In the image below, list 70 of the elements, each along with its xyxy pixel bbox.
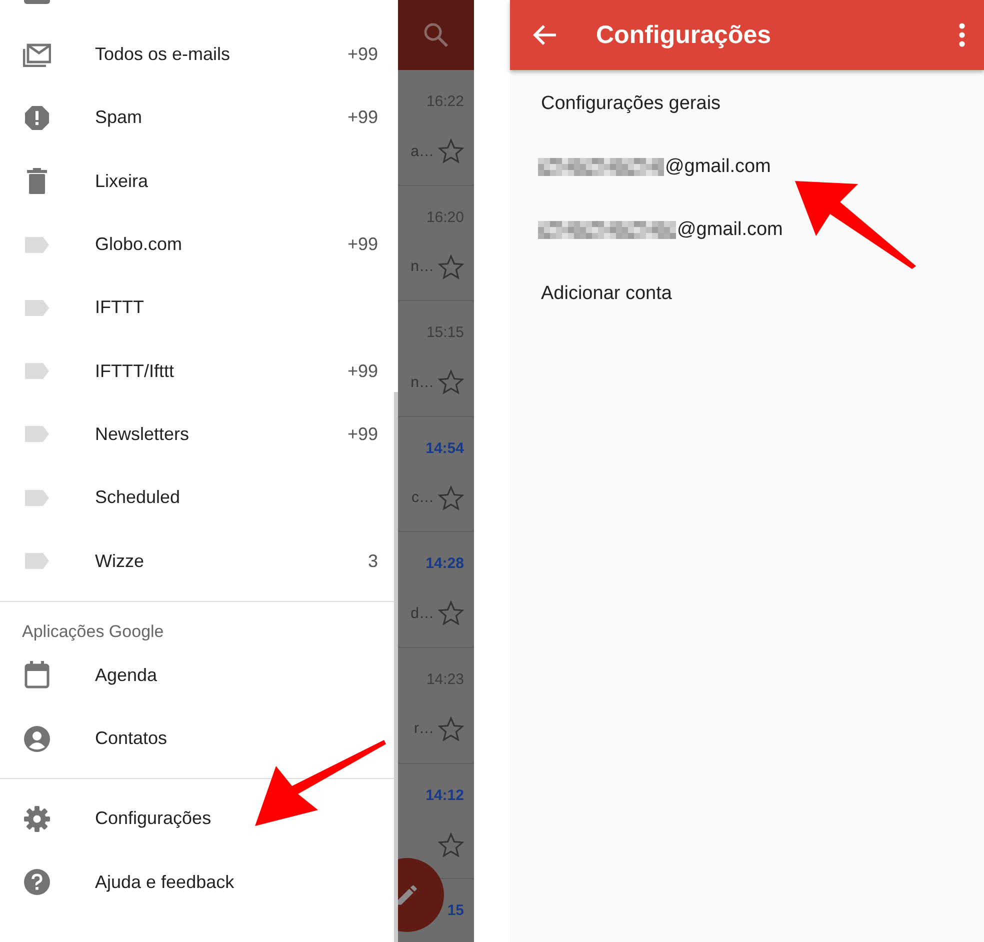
account-item[interactable]: @gmail.com — [510, 198, 984, 262]
drawer-item[interactable]: IFTTT/Ifttt +99 — [0, 339, 398, 403]
back-button[interactable] — [532, 24, 558, 46]
drawer-item[interactable]: Globo.com +99 — [0, 212, 398, 276]
unread-count: +99 — [347, 107, 378, 128]
drawer-item[interactable]: Spam +99 — [0, 86, 398, 150]
star-icon[interactable] — [438, 138, 464, 164]
star-icon[interactable] — [438, 484, 464, 511]
unread-count: +99 — [347, 424, 378, 445]
section-heading: Aplicações Google — [21, 620, 165, 643]
label-icon — [24, 236, 50, 254]
mail-snippet: d… — [410, 604, 434, 622]
mail-snippet: n… — [410, 258, 434, 276]
drawer-item[interactable]: IFTTT — [0, 276, 398, 340]
drawer-item-label: Ajuda e feedback — [95, 872, 236, 893]
drawer-item-label: Lixeira — [95, 170, 150, 192]
drawer-item[interactable]: Lixeira — [0, 150, 398, 213]
mail-snippet: n… — [410, 374, 434, 391]
drawer-item-label: Globo.com — [95, 234, 184, 256]
settings-item[interactable]: Configurações gerais — [510, 72, 984, 136]
drawer-item-label: Todos os e-mails — [95, 44, 232, 66]
unread-count: +99 — [347, 360, 378, 382]
drawer-item-label: Wizze — [95, 550, 145, 572]
mail-stack-icon — [23, 42, 51, 67]
mail-snippet: r… — [414, 720, 434, 738]
star-icon[interactable] — [438, 716, 464, 742]
search-icon[interactable] — [423, 22, 449, 48]
unread-count: +99 — [347, 234, 378, 256]
label-icon — [24, 552, 50, 570]
drawer-item[interactable]: Scheduled — [0, 466, 398, 530]
star-icon[interactable] — [438, 254, 464, 280]
drawer-item[interactable]: Agenda — [0, 644, 398, 707]
unread-count: +99 — [347, 44, 378, 66]
more-options-icon[interactable] — [958, 23, 966, 47]
star-icon[interactable] — [438, 832, 464, 858]
person-icon — [24, 726, 50, 752]
mail-time: 15 — [447, 902, 464, 920]
help-icon — [24, 869, 50, 896]
drawer-item-label: Agenda — [95, 664, 158, 686]
settings-item[interactable]: Adicionar conta — [510, 262, 984, 326]
mail-snippet: a… — [410, 142, 434, 160]
label-icon — [24, 488, 50, 507]
mail-snippet: c… — [412, 489, 434, 506]
unread-count: 3 — [368, 550, 378, 572]
label-icon — [24, 298, 50, 317]
screen-title: Configurações — [596, 20, 772, 50]
label-icon — [24, 425, 50, 444]
account-item[interactable]: @gmail.com — [510, 135, 984, 199]
drawer-item-label: IFTTT/Ifttt — [95, 360, 175, 382]
drawer-item-label: Scheduled — [95, 487, 182, 508]
drawer-item-label: Newsletters — [95, 424, 190, 445]
mail-time: 14:54 — [426, 440, 464, 457]
mail-time: 14:28 — [426, 555, 464, 572]
drawer-item[interactable]: Contatos — [0, 706, 398, 770]
drawer-item[interactable]: Wizze 3 — [0, 529, 398, 593]
label-icon — [24, 362, 50, 380]
drawer-item[interactable]: Configurações — [0, 787, 398, 851]
drawer-item[interactable]: Todos os e-mails +99 — [0, 23, 398, 86]
drawer-item-label: Configurações — [95, 808, 212, 830]
drawer-item[interactable]: Newsletters +99 — [0, 402, 398, 466]
star-icon[interactable] — [438, 600, 464, 626]
drawer-item-label: Contatos — [95, 728, 168, 750]
trash-icon — [27, 168, 47, 194]
mail-time: 14:12 — [426, 786, 464, 804]
drawer-item[interactable]: Ajuda e feedback — [0, 850, 398, 914]
drawer-item-label: IFTTT — [95, 297, 145, 318]
drawer-item-label: Spam — [95, 107, 144, 128]
star-icon[interactable] — [438, 369, 464, 396]
warning-icon — [24, 104, 50, 131]
calendar-icon — [24, 661, 50, 690]
